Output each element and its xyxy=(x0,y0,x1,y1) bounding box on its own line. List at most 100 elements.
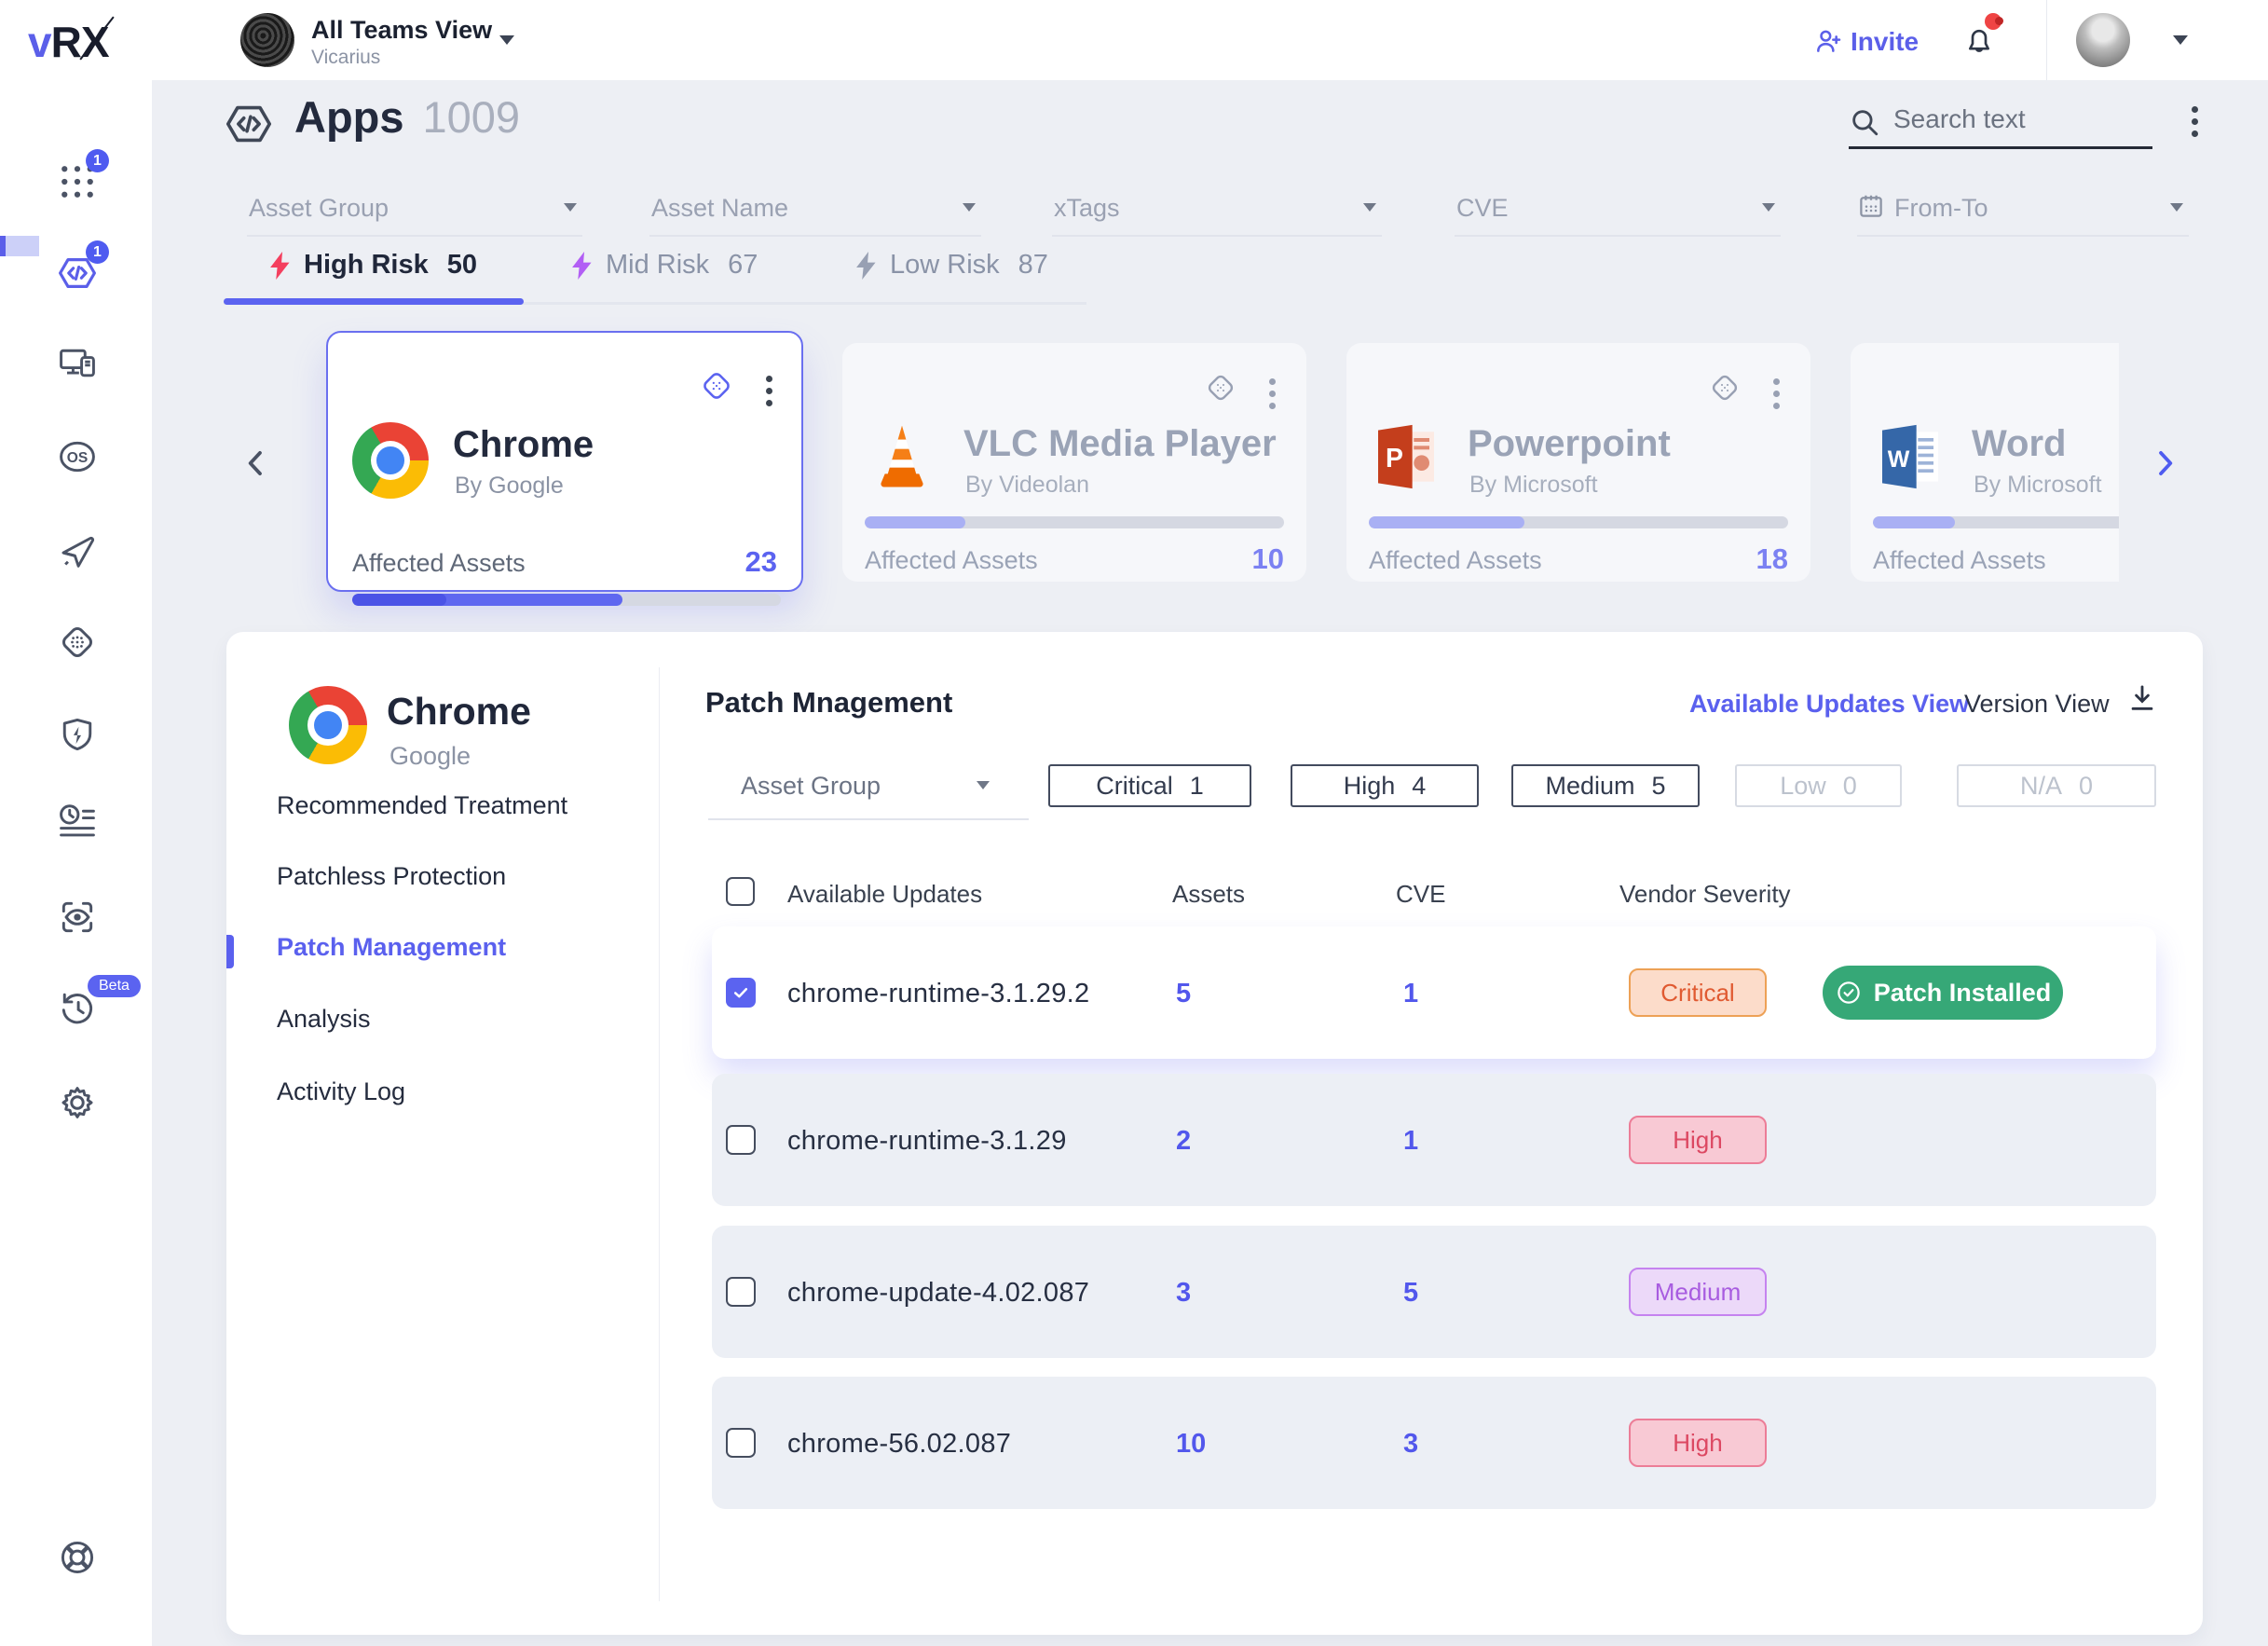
vlc-logo xyxy=(865,419,939,494)
severity-filter-low[interactable]: Low0 xyxy=(1735,764,1902,807)
sidebar-item-scan[interactable] xyxy=(57,897,98,938)
patch-installed-status: Patch Installed xyxy=(1823,966,2063,1020)
severity-badge: High xyxy=(1629,1116,1767,1164)
detail-app-name: Chrome xyxy=(387,690,531,734)
column-header-available-updates: Available Updates xyxy=(787,880,982,909)
chrome-logo xyxy=(352,422,429,499)
team-selector-title[interactable]: All Teams View xyxy=(311,16,492,45)
affected-assets-label: Affected Assets xyxy=(1873,546,2046,575)
tab-low-risk[interactable]: Low Risk 87 xyxy=(856,250,1048,281)
card-progress xyxy=(352,594,781,606)
sidebar-item-deploy[interactable] xyxy=(57,528,98,569)
sidebar-item-settings[interactable] xyxy=(57,1082,98,1123)
column-header-cve: CVE xyxy=(1396,880,1445,909)
table-row[interactable]: chrome-runtime-3.1.29.2 5 1 Critical Pat… xyxy=(712,926,2156,1059)
patch-diamond-icon[interactable] xyxy=(1204,371,1237,405)
menu-analysis[interactable]: Analysis xyxy=(277,1005,371,1034)
carousel-prev-button[interactable] xyxy=(239,446,274,481)
filter-cve[interactable]: CVE xyxy=(1455,183,1781,237)
user-menu-caret-icon[interactable] xyxy=(2173,35,2188,45)
bolt-icon xyxy=(856,252,877,280)
card-kebab-menu[interactable] xyxy=(766,370,772,412)
row-checkbox[interactable] xyxy=(726,978,756,1008)
help-lifebuoy-icon[interactable] xyxy=(57,1537,98,1578)
patch-diamond-icon[interactable] xyxy=(699,368,734,404)
page-title-row: Apps 1009 xyxy=(294,91,520,143)
menu-activity-log[interactable]: Activity Log xyxy=(277,1077,405,1106)
vrx-logo: vRX xyxy=(28,17,109,67)
svg-text:W: W xyxy=(1888,446,1910,473)
sidebar-item-assets[interactable] xyxy=(57,343,98,384)
download-icon[interactable] xyxy=(2126,682,2158,714)
version-view-link[interactable]: Version View xyxy=(1964,690,2110,719)
filter-caret-icon xyxy=(2170,203,2183,212)
table-row[interactable]: chrome-update-4.02.087 3 5 Medium xyxy=(712,1226,2156,1358)
affected-assets-label: Affected Assets xyxy=(1369,546,1542,575)
tab-mid-risk[interactable]: Mid Risk 67 xyxy=(572,250,758,281)
app-card-powerpoint[interactable]: P Powerpoint By Microsoft Affected Asset… xyxy=(1346,343,1810,582)
menu-recommended-treatment[interactable]: Recommended Treatment xyxy=(277,791,567,820)
app-card-word[interactable]: W Word By Microsoft Affected Assets xyxy=(1851,343,2119,582)
severity-badge: Critical xyxy=(1629,968,1767,1017)
menu-patch-management[interactable]: Patch Management xyxy=(277,933,506,962)
svg-text:P: P xyxy=(1386,444,1403,473)
tab-high-risk[interactable]: High Risk 50 xyxy=(270,250,477,281)
page-title: Apps xyxy=(294,91,404,143)
sidebar-item-protection[interactable] xyxy=(57,714,98,755)
affected-assets-value: 23 xyxy=(745,545,777,579)
patch-diamond-icon[interactable] xyxy=(1708,371,1742,405)
card-progress xyxy=(865,516,1284,528)
asset-group-select[interactable]: Asset Group xyxy=(741,772,881,801)
card-kebab-menu[interactable] xyxy=(1773,373,1780,415)
filter-from-to[interactable]: From-To xyxy=(1857,183,2189,237)
carousel-next-button[interactable] xyxy=(2147,446,2182,481)
bolt-icon xyxy=(572,252,593,280)
sidebar-item-activity[interactable] xyxy=(57,802,98,846)
severity-filter-high[interactable]: High4 xyxy=(1291,764,1479,807)
bolt-icon xyxy=(270,252,291,280)
row-checkbox[interactable] xyxy=(726,1428,756,1458)
card-kebab-menu[interactable] xyxy=(1269,373,1276,415)
affected-assets-value: 18 xyxy=(1756,542,1788,576)
select-all-checkbox[interactable] xyxy=(726,877,755,906)
card-app-vendor: By Microsoft xyxy=(1469,472,1598,499)
severity-filter-critical[interactable]: Critical1 xyxy=(1048,764,1251,807)
column-header-assets: Assets xyxy=(1172,880,1245,909)
asset-group-caret-icon xyxy=(977,781,990,789)
row-checkbox[interactable] xyxy=(726,1125,756,1155)
severity-badge: Medium xyxy=(1629,1268,1767,1316)
affected-assets-label: Affected Assets xyxy=(352,549,526,578)
table-row[interactable]: chrome-runtime-3.1.29 2 1 High xyxy=(712,1074,2156,1206)
table-row[interactable]: chrome-56.02.087 10 3 High xyxy=(712,1377,2156,1509)
sidebar-item-os[interactable]: OS xyxy=(57,436,98,477)
active-indicator-light xyxy=(6,236,39,256)
card-app-name: VLC Media Player xyxy=(963,423,1277,465)
app-card-chrome[interactable]: Chrome By Google Affected Assets 23 xyxy=(326,331,803,592)
search-input[interactable] xyxy=(1893,104,2145,134)
row-checkbox[interactable] xyxy=(726,1277,756,1307)
severity-filter-medium[interactable]: Medium5 xyxy=(1511,764,1700,807)
available-updates-view-link[interactable]: Available Updates View xyxy=(1689,690,1969,719)
invite-button[interactable]: Invite xyxy=(1851,27,1919,57)
filter-xtags[interactable]: xTags xyxy=(1052,183,1382,237)
chrome-logo xyxy=(289,686,367,764)
search-icon xyxy=(1849,106,1880,138)
card-app-vendor: By Videolan xyxy=(965,472,1089,499)
header-kebab-menu[interactable] xyxy=(2192,101,2198,143)
notification-badge-dot xyxy=(1995,17,2003,25)
search-box[interactable] xyxy=(1849,97,2152,149)
severity-filter-na[interactable]: N/A0 xyxy=(1957,764,2156,807)
filter-asset-group[interactable]: Asset Group xyxy=(247,183,582,237)
menu-patchless-protection[interactable]: Patchless Protection xyxy=(277,862,506,891)
filter-asset-name[interactable]: Asset Name xyxy=(649,183,981,237)
top-bar: All Teams View Vicarius Invite xyxy=(0,0,2268,80)
filter-caret-icon xyxy=(1363,203,1376,212)
team-selector-subtitle: Vicarius xyxy=(311,47,380,69)
sidebar-item-patch[interactable] xyxy=(57,622,98,663)
calendar-icon xyxy=(1857,192,1885,220)
team-avatar[interactable] xyxy=(240,13,294,67)
card-app-vendor: By Google xyxy=(455,473,564,500)
app-card-vlc[interactable]: VLC Media Player By Videolan Affected As… xyxy=(842,343,1306,582)
team-caret-icon[interactable] xyxy=(499,35,514,45)
user-avatar[interactable] xyxy=(2076,13,2130,67)
